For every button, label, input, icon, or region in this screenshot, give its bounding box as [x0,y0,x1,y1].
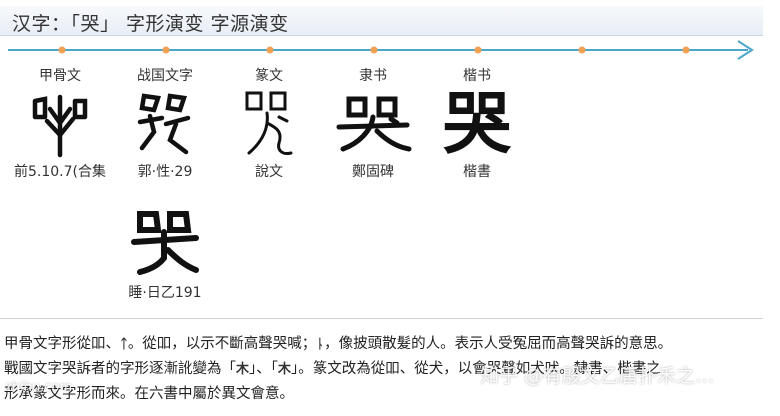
era-label: 隶书 [359,68,387,84]
divider [0,318,763,319]
column-clerical-script: 隶书 鄭固碑 [318,67,428,181]
era-label: 甲骨文 [39,68,81,84]
era-label: 楷书 [463,68,491,84]
variant-glyph-a-icon: 木 [236,362,250,377]
regular-script-glyph-icon: 哭 [422,85,532,163]
source-label: 睡·日乙191 [128,285,202,301]
era-label: 战国文字 [137,68,193,84]
seal-script-glyph-icon [214,85,324,163]
timeline-arrow-icon [8,40,754,60]
column-qin-bamboo: 睡·日乙191 [110,200,220,302]
watermark: 知乎 @有殷文乙唐扑禾之… [480,365,715,387]
column-regular-script: 楷书 哭 楷書 [422,67,532,181]
column-warring-states: 战国文字 郭·性·29 [110,67,220,181]
timeline-dot [474,46,482,54]
oracle-bone-glyph-icon [5,85,115,163]
column-seal-script: 篆文 說文 [214,67,324,181]
timeline-dot [682,46,690,54]
timeline-dot [266,46,274,54]
source-label: 鄭固碑 [352,164,394,180]
title-bar: 汉字：「哭」 字形演变 字源演变 [0,6,763,36]
warring-states-glyph-icon [110,85,220,163]
column-oracle-bone: 甲骨文 前5.10.7(合集 [5,67,115,181]
source-label: 楷書 [463,164,491,180]
clerical-script-glyph-icon [318,85,428,163]
timeline-dot [58,46,66,54]
source-label: 前5.10.7(合集 [14,164,106,180]
era-label: 篆文 [255,68,283,84]
source-label: 說文 [255,164,283,180]
regular-script-glyph-text: 哭 [442,84,511,164]
timeline-dot [578,46,586,54]
description-line-1: 甲骨文字形從吅、ᛏ。從吅，以示不斷高聲哭喊；ᚿ，像披頭散髮的人。表示人受冤屈而高… [4,336,673,352]
hair-figure-mini-icon: ᚿ [316,337,325,352]
timeline-dot [370,46,378,54]
variant-glyph-b-icon: 木 [278,362,292,377]
source-label: 郭·性·29 [137,164,193,180]
qin-bamboo-glyph-icon [110,200,220,284]
page-title: 汉字：「哭」 字形演变 字源演变 [12,13,289,35]
timeline [0,35,763,65]
watermark-left: zhihu.com [5,380,73,395]
timeline-dot [162,46,170,54]
oracle-figure-mini-icon: ᛏ [120,337,128,352]
